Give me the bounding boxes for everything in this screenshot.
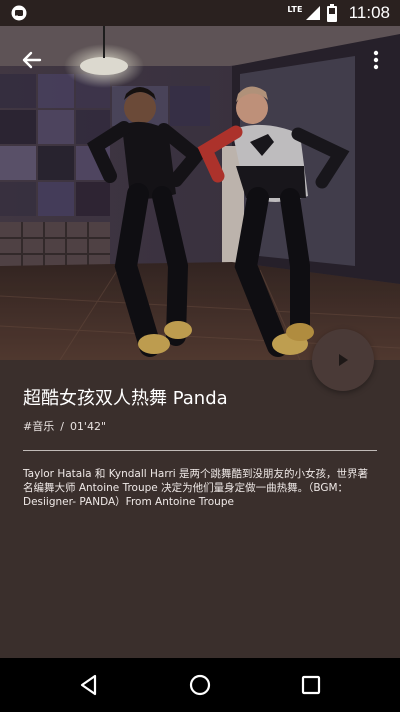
navigation-bar (0, 658, 400, 712)
home-circle-icon[interactable] (186, 671, 214, 699)
dance-studio-illustration (0, 26, 400, 360)
more-vert-icon (373, 50, 379, 70)
category-tag[interactable]: #音乐 (23, 420, 54, 433)
network-type-label: LTE (287, 4, 303, 14)
status-bar: LTE 11:08 (0, 0, 400, 26)
video-duration: 01'42" (69, 420, 107, 433)
divider (23, 450, 377, 451)
video-description: Taylor Hatala 和 Kyndall Harri 是两个跳舞酷到没朋友… (23, 468, 369, 508)
meta-separator: / (60, 420, 64, 433)
back-triangle-icon[interactable] (75, 671, 103, 699)
battery-icon (326, 4, 337, 22)
play-icon (339, 354, 348, 366)
recents-square-icon[interactable] (297, 671, 325, 699)
video-thumbnail[interactable] (0, 26, 400, 360)
notification-icon (11, 5, 27, 21)
play-button[interactable] (312, 329, 374, 391)
video-title: 超酷女孩双人热舞 Panda (23, 388, 228, 409)
arrow-back-icon (22, 51, 42, 69)
back-button[interactable] (16, 44, 48, 76)
signal-icon (305, 6, 320, 20)
status-clock: 11:08 (348, 3, 390, 22)
video-meta: #音乐 / 01'42" (23, 418, 106, 434)
more-options-button[interactable] (364, 44, 388, 76)
